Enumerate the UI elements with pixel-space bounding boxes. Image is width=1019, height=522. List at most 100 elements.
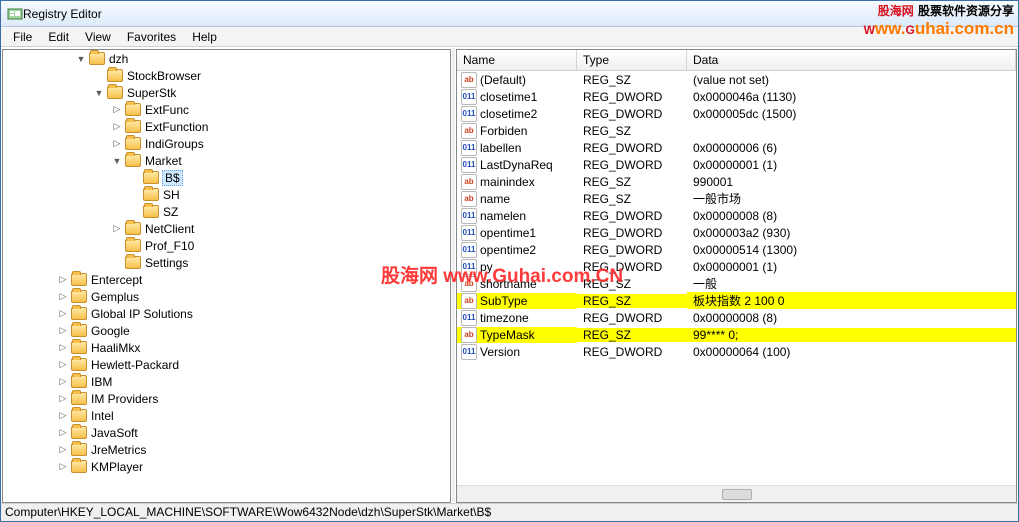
folder-icon	[71, 443, 87, 456]
value-row[interactable]: 011namelenREG_DWORD0x00000008 (8)	[457, 207, 1016, 224]
tree-item[interactable]: B$	[3, 169, 450, 186]
tree-item[interactable]: ▷ JavaSoft	[3, 424, 450, 441]
value-row[interactable]: abshortnameREG_SZ一般	[457, 275, 1016, 292]
tree-item[interactable]: ▷Global IP Solutions	[3, 305, 450, 322]
menu-favorites[interactable]: Favorites	[119, 28, 184, 46]
value-row[interactable]: abnameREG_SZ一般市场	[457, 190, 1016, 207]
chevron-right-icon[interactable]: ▷	[57, 359, 69, 371]
value-row[interactable]: abmainindexREG_SZ990001	[457, 173, 1016, 190]
tree-item[interactable]: ▷Intel	[3, 407, 450, 424]
dword-value-icon: 011	[461, 225, 477, 241]
tree-item[interactable]: ▷IBM	[3, 373, 450, 390]
value-row[interactable]: abSubTypeREG_SZ板块指数 2 100 0	[457, 292, 1016, 309]
value-row[interactable]: 011labellenREG_DWORD0x00000006 (6)	[457, 139, 1016, 156]
tree-item[interactable]: SZ	[3, 203, 450, 220]
menu-file[interactable]: File	[5, 28, 40, 46]
tree-label: SuperStk	[127, 86, 176, 100]
chevron-right-icon[interactable]: ▷	[57, 274, 69, 286]
tree-item[interactable]: Settings	[3, 254, 450, 271]
value-data: 0x000005dc (1500)	[687, 107, 1016, 121]
value-row[interactable]: ab(Default)REG_SZ(value not set)	[457, 71, 1016, 88]
tree-label: Prof_F10	[145, 239, 194, 253]
chevron-right-icon[interactable]: ▷	[57, 461, 69, 473]
value-row[interactable]: abTypeMaskREG_SZ99**** 0;	[457, 326, 1016, 343]
tree-item[interactable]: ▼dzh	[3, 50, 450, 67]
folder-icon	[71, 307, 87, 320]
value-row[interactable]: abForbidenREG_SZ	[457, 122, 1016, 139]
value-data: 0x00000064 (100)	[687, 345, 1016, 359]
tree-label: JreMetrics	[91, 443, 146, 457]
dword-value-icon: 011	[461, 242, 477, 258]
tree-label: JavaSoft	[91, 426, 138, 440]
chevron-right-icon[interactable]: ▷	[57, 308, 69, 320]
tree-item[interactable]: Prof_F10	[3, 237, 450, 254]
tree-item[interactable]: ▷ExtFunc	[3, 101, 450, 118]
chevron-right-icon[interactable]: ▷	[111, 104, 123, 116]
value-row[interactable]: 011VersionREG_DWORD0x00000064 (100)	[457, 343, 1016, 360]
col-type[interactable]: Type	[577, 50, 687, 70]
col-data[interactable]: Data	[687, 50, 1016, 70]
scroll-thumb[interactable]	[722, 489, 752, 500]
chevron-down-icon[interactable]: ▼	[111, 155, 123, 167]
splitter[interactable]	[452, 48, 455, 502]
tree-label: KMPlayer	[91, 460, 143, 474]
tree-item[interactable]: SH	[3, 186, 450, 203]
tree-item[interactable]: ▼ SuperStk	[3, 84, 450, 101]
value-row[interactable]: 011timezoneREG_DWORD0x00000008 (8)	[457, 309, 1016, 326]
tree-item[interactable]: ▷Gemplus	[3, 288, 450, 305]
tree-item[interactable]: ▼Market	[3, 152, 450, 169]
value-row[interactable]: 011pyREG_DWORD0x00000001 (1)	[457, 258, 1016, 275]
value-data: 一般市场	[687, 190, 1016, 207]
dword-value-icon: 011	[461, 106, 477, 122]
tree-item[interactable]: ▷IndiGroups	[3, 135, 450, 152]
tree-item[interactable]: ▷ KMPlayer	[3, 458, 450, 475]
value-row[interactable]: 011closetime1REG_DWORD0x0000046a (1130)	[457, 88, 1016, 105]
menu-view[interactable]: View	[77, 28, 119, 46]
tree-item[interactable]: ▷Entercept	[3, 271, 450, 288]
tree-label: SH	[163, 188, 180, 202]
title-bar: Registry Editor	[1, 1, 1018, 27]
value-name: closetime2	[480, 107, 537, 121]
tree-item[interactable]: ▷NetClient	[3, 220, 450, 237]
chevron-right-icon[interactable]: ▷	[57, 376, 69, 388]
tree-item[interactable]: ▷ JreMetrics	[3, 441, 450, 458]
menu-edit[interactable]: Edit	[40, 28, 77, 46]
value-row[interactable]: 011LastDynaReqREG_DWORD0x00000001 (1)	[457, 156, 1016, 173]
col-name[interactable]: Name	[457, 50, 577, 70]
chevron-right-icon[interactable]: ▷	[57, 393, 69, 405]
chevron-right-icon[interactable]: ▷	[57, 410, 69, 422]
folder-icon	[107, 86, 123, 99]
twist-none	[129, 206, 141, 218]
value-name: LastDynaReq	[480, 158, 553, 172]
h-scrollbar[interactable]	[457, 485, 1016, 502]
chevron-right-icon[interactable]: ▷	[111, 138, 123, 150]
tree-item[interactable]: ▷HaaliMkx	[3, 339, 450, 356]
value-row[interactable]: 011opentime1REG_DWORD0x000003a2 (930)	[457, 224, 1016, 241]
chevron-down-icon[interactable]: ▼	[93, 87, 105, 99]
value-type: REG_SZ	[577, 192, 687, 206]
chevron-right-icon[interactable]: ▷	[57, 444, 69, 456]
twist-none	[129, 189, 141, 201]
value-row[interactable]: 011closetime2REG_DWORD0x000005dc (1500)	[457, 105, 1016, 122]
tree-item[interactable]: ▷IM Providers	[3, 390, 450, 407]
twist-none	[111, 240, 123, 252]
chevron-right-icon[interactable]: ▷	[57, 427, 69, 439]
chevron-right-icon[interactable]: ▷	[111, 121, 123, 133]
tree-item[interactable]: StockBrowser	[3, 67, 450, 84]
chevron-right-icon[interactable]: ▷	[57, 291, 69, 303]
chevron-down-icon[interactable]: ▼	[75, 53, 87, 65]
chevron-right-icon[interactable]: ▷	[57, 325, 69, 337]
menu-help[interactable]: Help	[184, 28, 225, 46]
tree-pane[interactable]: ▼dzhStockBrowser ▼ SuperStk▷ExtFunc▷ExtFun…	[2, 49, 451, 503]
tree-item[interactable]: ▷ExtFunction	[3, 118, 450, 135]
value-name: mainindex	[480, 175, 535, 189]
chevron-right-icon[interactable]: ▷	[57, 342, 69, 354]
value-row[interactable]: 011opentime2REG_DWORD0x00000514 (1300)	[457, 241, 1016, 258]
tree-item[interactable]: ▷Hewlett-Packard	[3, 356, 450, 373]
chevron-right-icon[interactable]: ▷	[111, 223, 123, 235]
value-data: 99**** 0;	[687, 328, 1016, 342]
list-pane[interactable]: Name Type Data ab(Default)REG_SZ(value n…	[456, 49, 1017, 503]
tree-item[interactable]: ▷Google	[3, 322, 450, 339]
value-type: REG_SZ	[577, 175, 687, 189]
value-data: 990001	[687, 175, 1016, 189]
